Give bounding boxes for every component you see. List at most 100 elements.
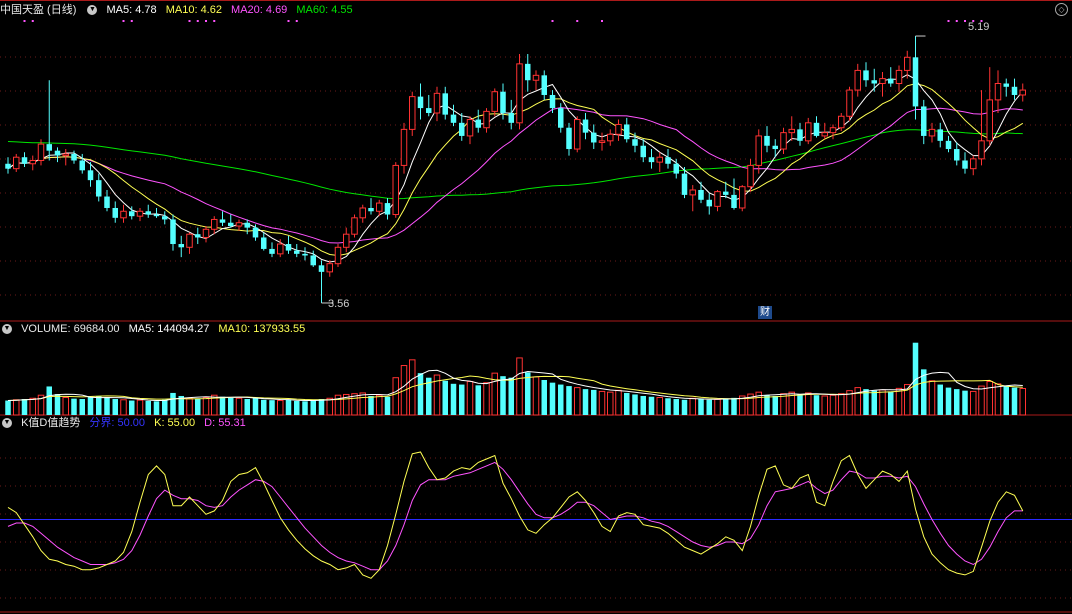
volume-bar-up bbox=[978, 385, 985, 416]
volume-bar-up bbox=[483, 382, 490, 416]
candle-down bbox=[368, 207, 374, 212]
signal-dot bbox=[23, 20, 26, 22]
candle-up bbox=[879, 78, 886, 85]
candle-down bbox=[624, 124, 630, 140]
volume-bar-down bbox=[269, 400, 275, 415]
volume-bar-up bbox=[326, 397, 333, 416]
volume-bar-down bbox=[582, 389, 589, 415]
volume-bar-down bbox=[508, 377, 514, 415]
high-price-label: 5.19 bbox=[968, 21, 990, 33]
volume-bar-up bbox=[805, 392, 812, 416]
volume-bar-down bbox=[302, 401, 308, 415]
candle-down bbox=[5, 163, 11, 169]
volume-bar-down bbox=[261, 399, 267, 415]
candle-down bbox=[1011, 86, 1018, 95]
volume-bar-down bbox=[640, 395, 646, 415]
volume-bar-up bbox=[186, 397, 193, 416]
signal-dot bbox=[955, 20, 958, 22]
volume-bar-up bbox=[970, 390, 977, 416]
candle-up bbox=[838, 115, 845, 129]
candle-down bbox=[178, 244, 184, 248]
d-line bbox=[7, 461, 1023, 571]
volume-bar-down bbox=[1011, 387, 1018, 415]
signal-dot bbox=[205, 20, 207, 22]
volume-bar-up bbox=[532, 376, 540, 416]
candle-down bbox=[549, 94, 556, 109]
candle-down bbox=[954, 149, 960, 161]
ma10-line bbox=[7, 83, 1024, 257]
kd-title: K值D值趋势 bbox=[21, 417, 81, 429]
volume-bar-up bbox=[62, 396, 69, 416]
candle-down bbox=[797, 129, 803, 141]
candle-up bbox=[714, 191, 721, 207]
volume-bar-down bbox=[244, 399, 250, 415]
volume-bar-down bbox=[87, 396, 94, 415]
kd-header: ▼ K值D值趋势 分界: 50.00 K: 55.00 D: 55.31 bbox=[0, 415, 252, 431]
candle-up bbox=[235, 222, 243, 227]
expand-icon[interactable]: ◇ bbox=[1055, 3, 1068, 16]
candle-up bbox=[400, 128, 408, 166]
volume-bar-down bbox=[450, 383, 457, 415]
stock-title: 中国天盈 (日线) bbox=[0, 4, 77, 16]
candle-down bbox=[112, 207, 118, 218]
chevron-down-icon[interactable]: ▼ bbox=[87, 5, 98, 16]
candle-up bbox=[334, 246, 342, 265]
candle-down bbox=[244, 222, 250, 228]
signal-dot bbox=[287, 20, 290, 22]
candle-up bbox=[788, 128, 795, 134]
finance-marker[interactable]: 财 bbox=[758, 306, 772, 319]
volume-bar-up bbox=[986, 381, 993, 416]
candle-up bbox=[186, 233, 193, 248]
candle-down bbox=[228, 222, 234, 227]
volume-bar-up bbox=[854, 387, 861, 416]
candle-up bbox=[277, 243, 284, 255]
candle-down bbox=[162, 216, 168, 220]
signal-dot bbox=[576, 20, 579, 22]
volume-bar-down bbox=[79, 399, 85, 415]
volume-bar-down bbox=[937, 384, 943, 415]
candle-up bbox=[846, 89, 853, 117]
candle-down bbox=[21, 157, 28, 164]
candle-up bbox=[211, 218, 218, 230]
volume-ma10-line bbox=[7, 375, 1023, 401]
candle-up bbox=[755, 135, 762, 166]
volume-bar-up bbox=[714, 398, 721, 416]
volume-bar-down bbox=[541, 379, 547, 415]
volume-header: ▼ VOLUME: 69684.00 MA5: 144094.27 MA10: … bbox=[0, 321, 311, 337]
candle-down bbox=[459, 122, 465, 136]
candle-down bbox=[384, 203, 391, 215]
candle-up bbox=[986, 99, 993, 142]
volume-bar-up bbox=[994, 383, 1002, 416]
candle-up bbox=[13, 156, 20, 170]
volume-bar-down bbox=[945, 387, 952, 415]
candle-down bbox=[871, 80, 877, 84]
volume-bar-down bbox=[195, 398, 201, 415]
chevron-down-icon[interactable]: ▼ bbox=[2, 418, 12, 429]
candle-up bbox=[29, 159, 36, 165]
volume-bar-down bbox=[162, 399, 168, 415]
candle-down bbox=[698, 189, 704, 200]
signal-dot bbox=[31, 20, 34, 22]
volume-bar-up bbox=[277, 400, 284, 416]
volume-bar-down bbox=[558, 384, 564, 415]
candle-down bbox=[285, 244, 292, 251]
volume-bar-down bbox=[170, 392, 176, 415]
candle-down bbox=[937, 129, 943, 141]
candle-up bbox=[994, 83, 1002, 101]
candle-up bbox=[516, 63, 523, 124]
volume-bar-up bbox=[235, 397, 243, 416]
volume-bar-down bbox=[294, 400, 300, 415]
volume-bar-down bbox=[566, 386, 572, 415]
chevron-down-icon[interactable]: ▼ bbox=[2, 324, 12, 335]
candle-down bbox=[219, 219, 226, 223]
candle-down bbox=[145, 211, 151, 215]
candle-down bbox=[310, 255, 316, 266]
volume-bar-up bbox=[895, 387, 903, 416]
candle-up bbox=[739, 186, 746, 209]
volume-bar-down bbox=[368, 395, 374, 415]
ma20-label: MA20: 4.69 bbox=[231, 4, 288, 16]
volume-bar-up bbox=[879, 389, 886, 416]
volume-bar-down bbox=[648, 396, 655, 415]
candle-down bbox=[681, 173, 688, 195]
candle-down bbox=[129, 211, 135, 217]
